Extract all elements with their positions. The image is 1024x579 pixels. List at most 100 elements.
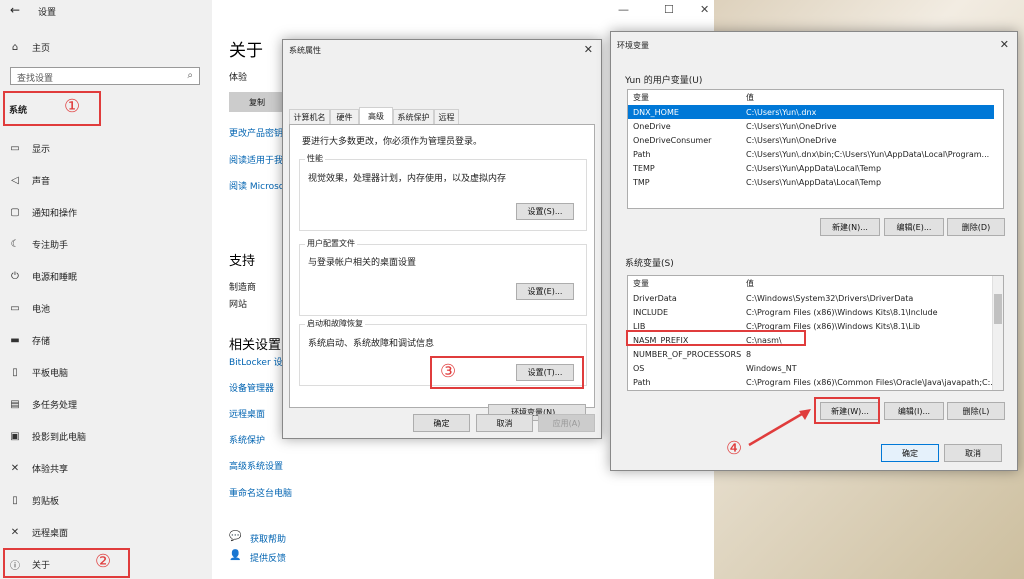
read-microsoft-link[interactable]: 阅读 Microso — [229, 179, 284, 192]
cancel-button[interactable]: 取消 — [944, 444, 1002, 462]
variable-name: TEMP — [633, 163, 655, 173]
variable-value: Windows_NT — [746, 363, 797, 373]
close-icon[interactable]: ✕ — [700, 3, 709, 16]
table-row[interactable]: DNX_HOME C:\Users\Yun\.dnx — [628, 105, 994, 119]
home-icon: ⌂ — [11, 41, 19, 53]
apply-button[interactable]: 应用(A) — [538, 414, 595, 432]
sidebar-item-5[interactable]: ⏻ 电源和睡眠 — [0, 265, 212, 287]
settings-sidebar: ← 设置 ⌂ 主页 查找设置 ⌕ 系统 ▭ 显示 ◁ 声音 ▢ 通知和操作 ☾ 专注助手 ⏻ 电源… — [0, 0, 212, 579]
user-edit-button[interactable]: 编辑(E)... — [884, 218, 944, 236]
annotation-box-system — [3, 91, 101, 126]
table-row[interactable]: OS Windows_NT — [628, 361, 994, 375]
startup-recovery-label: 启动和故障恢复 — [305, 318, 365, 329]
sidebar-item-2[interactable]: ◁ 声音 — [0, 169, 212, 191]
table-row[interactable]: NUMBER_OF_PROCESSORS 8 — [628, 347, 994, 361]
notification-icon: ▢ — [10, 206, 20, 218]
battery-icon: ▭ — [10, 302, 20, 314]
sidebar-item-1[interactable]: ▭ 显示 — [0, 137, 212, 159]
close-icon[interactable]: ✕ — [584, 43, 593, 56]
sidebar-item-12[interactable]: ▯ 剪贴板 — [0, 489, 212, 511]
read-terms-link[interactable]: 阅读适用于我 — [229, 153, 283, 166]
sidebar-item-10[interactable]: ▣ 投影到此电脑 — [0, 425, 212, 447]
copy-button[interactable]: 复制 — [229, 92, 285, 112]
variable-name: TMP — [633, 177, 650, 187]
related-link-5[interactable]: 高级系统设置 — [229, 459, 283, 472]
related-link-2[interactable]: 设备管理器 — [229, 381, 274, 394]
change-product-key-link[interactable]: 更改产品密钥 — [229, 126, 283, 139]
variable-value: C:\Windows\System32\Drivers\DriverData — [746, 293, 914, 303]
sidebar-item-4[interactable]: ☾ 专注助手 — [0, 233, 212, 255]
table-row[interactable]: DriverData C:\Windows\System32\Drivers\Dr… — [628, 291, 994, 305]
table-row[interactable]: INCLUDE C:\Program Files (x86)\Windows Ki… — [628, 305, 994, 319]
column-header-value[interactable]: 值 — [746, 276, 754, 290]
scrollbar[interactable] — [992, 276, 1003, 390]
website-label: 网站 — [229, 300, 248, 310]
variable-name: INCLUDE — [633, 307, 669, 317]
cancel-button[interactable]: 取消 — [476, 414, 533, 432]
annotation-box-new-button — [814, 397, 880, 424]
variable-name: Path — [633, 149, 651, 159]
annotation-4: ④ — [726, 438, 743, 459]
sidebar-item-3[interactable]: ▢ 通知和操作 — [0, 201, 212, 223]
related-link-6[interactable]: 重命名这台电脑 — [229, 486, 292, 499]
back-arrow-icon[interactable]: ← — [10, 3, 20, 17]
scrollbar-thumb[interactable] — [994, 294, 1002, 324]
user-new-button[interactable]: 新建(N)... — [820, 218, 880, 236]
table-row[interactable]: TEMP C:\Users\Yun\AppData\Local\Temp — [628, 161, 994, 175]
multitask-icon: ▤ — [10, 398, 20, 410]
tab-1[interactable]: 计算机名 — [289, 109, 330, 124]
sidebar-item-7[interactable]: ▬ 存储 — [0, 329, 212, 351]
column-header-variable[interactable]: 变量 — [633, 276, 649, 290]
ok-button[interactable]: 确定 — [413, 414, 470, 432]
minimize-icon[interactable]: — — [618, 3, 629, 16]
monitor-icon: ▭ — [10, 142, 20, 154]
user-delete-button[interactable]: 删除(D) — [947, 218, 1005, 236]
sidebar-item-11[interactable]: ✕ 体验共享 — [0, 457, 212, 479]
search-icon: ⌕ — [187, 70, 193, 81]
dialog-title: 系统属性 — [289, 46, 321, 55]
variable-value: 8 — [746, 349, 752, 359]
annotation-box-nasm-prefix — [626, 330, 806, 346]
annotation-2: ② — [95, 551, 112, 572]
table-row[interactable]: Path C:\Users\Yun\.dnx\bin;C:\Users\Yun\A… — [628, 147, 994, 161]
variable-name: DNX_HOME — [633, 107, 679, 117]
tab-3[interactable]: 高级 — [359, 107, 393, 125]
startup-recovery-desc: 系统启动、系统故障和调试信息 — [308, 339, 435, 349]
sidebar-item-9[interactable]: ▤ 多任务处理 — [0, 393, 212, 415]
sidebar-item-home[interactable]: ⌂ 主页 — [0, 36, 212, 58]
column-header-variable[interactable]: 变量 — [633, 90, 649, 104]
related-link-4[interactable]: 系统保护 — [229, 433, 265, 446]
feedback-link[interactable]: 提供反馈 — [250, 551, 286, 564]
user-profile-settings-button[interactable]: 设置(E)... — [516, 283, 574, 300]
variable-value: C:\Program Files (x86)\Common Files\Orac… — [746, 377, 998, 387]
sidebar-item-8[interactable]: ▯ 平板电脑 — [0, 361, 212, 383]
system-edit-button[interactable]: 编辑(I)... — [884, 402, 944, 420]
moon-icon: ☾ — [10, 238, 20, 250]
system-delete-button[interactable]: 删除(L) — [947, 402, 1005, 420]
table-row[interactable]: TMP C:\Users\Yun\AppData\Local\Temp — [628, 175, 994, 189]
user-variables-table: 变量 值 DNX_HOME C:\Users\Yun\.dnx OneDrive C:… — [627, 89, 1004, 209]
performance-group — [299, 159, 587, 231]
tab-2[interactable]: 硬件 — [330, 109, 359, 124]
table-row[interactable]: OneDrive C:\Users\Yun\OneDrive — [628, 119, 994, 133]
get-help-link[interactable]: 获取帮助 — [250, 532, 286, 545]
related-link-3[interactable]: 远程桌面 — [229, 407, 265, 420]
column-header-value[interactable]: 值 — [746, 90, 754, 104]
ok-button[interactable]: 确定 — [881, 444, 939, 462]
sidebar-item-13[interactable]: ✕ 远程桌面 — [0, 521, 212, 543]
close-icon[interactable]: ✕ — [1000, 38, 1009, 51]
variable-name: OneDriveConsumer — [633, 135, 712, 145]
search-input[interactable]: 查找设置 ⌕ — [10, 67, 200, 85]
variable-value: C:\Users\Yun\AppData\Local\Temp — [746, 163, 882, 173]
table-row[interactable]: OneDriveConsumer C:\Users\Yun\OneDrive — [628, 133, 994, 147]
user-profile-desc: 与登录帐户相关的桌面设置 — [308, 258, 417, 268]
tablet-icon: ▯ — [12, 366, 18, 378]
sidebar-item-6[interactable]: ▭ 电池 — [0, 297, 212, 319]
maximize-icon[interactable]: ☐ — [664, 3, 674, 16]
tab-5[interactable]: 远程 — [434, 109, 459, 124]
table-row[interactable]: Path C:\Program Files (x86)\Common Files\… — [628, 375, 998, 389]
tab-4[interactable]: 系统保护 — [393, 109, 434, 124]
performance-settings-button[interactable]: 设置(S)... — [516, 203, 574, 220]
experience-label: 体验 — [229, 73, 248, 83]
system-variables-label: 系统变量(S) — [625, 259, 674, 269]
